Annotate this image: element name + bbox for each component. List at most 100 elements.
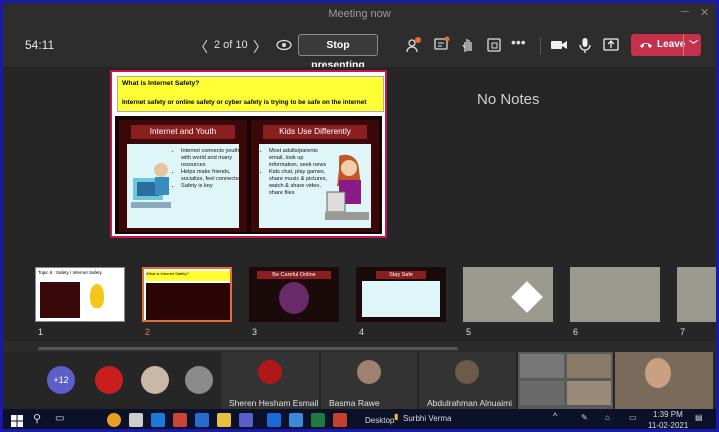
raise-hand-icon[interactable]	[459, 36, 477, 54]
youth-at-computer-image	[131, 163, 171, 208]
warning-sign-graphic	[511, 281, 543, 313]
share-screen-icon[interactable]	[602, 36, 620, 54]
taskbar-user-name[interactable]: Surbhi Verma	[403, 414, 451, 423]
title-bar: Meeting now ─ ✕	[3, 3, 716, 25]
left-panel-bullets: Internet connects youths with world and …	[173, 148, 245, 190]
avatar	[141, 366, 169, 394]
task-view-icon[interactable]: ▭	[55, 413, 64, 424]
clock-date[interactable]: 11-02-2021	[648, 421, 688, 429]
stop-presenting-button[interactable]: Stop presenting	[298, 34, 378, 71]
minimize-icon[interactable]: ─	[681, 6, 689, 18]
thumbnail-scrollbar[interactable]	[38, 347, 458, 350]
slide-thumbnail-strip: Topic 9 : Safety / Internet Safety What …	[3, 261, 716, 350]
participant-name: Basma Rawe	[329, 398, 380, 408]
leave-button[interactable]: Leave ﹀	[631, 34, 701, 56]
notification-tray-icon[interactable]: ▭	[629, 413, 637, 422]
bullet: Safety is key	[181, 183, 245, 190]
avatar	[645, 358, 671, 388]
participants-row: +12 Sheren Hesham Esmail Basma Rawe Abdu…	[3, 352, 716, 409]
store-icon[interactable]	[129, 413, 143, 427]
slide-thumbnail[interactable]	[677, 267, 716, 322]
pen-icon[interactable]: ✎	[581, 413, 588, 422]
current-slide: What is Internet Safety? Internet safety…	[110, 70, 387, 238]
bullet: Kids chat, play games, share music & pic…	[269, 169, 333, 197]
slide-panels: Internet and Youth Internet connects you…	[115, 116, 382, 234]
thumbnail-number: 6	[573, 327, 579, 337]
app-icon[interactable]	[195, 413, 209, 427]
outlook-icon[interactable]	[267, 413, 281, 427]
video-grid-tile	[518, 352, 613, 409]
network-icon[interactable]: ⌂	[605, 413, 610, 422]
slide-thumbnail[interactable]	[463, 267, 553, 322]
slide-thumbnail[interactable]: Be Careful Online	[249, 267, 339, 322]
slide-definition: Internet safety or online safety or cybe…	[122, 99, 367, 106]
slide-question: What is Internet Safety?	[122, 80, 200, 87]
slide-thumbnail[interactable]: Topic 9 : Safety / Internet Safety	[35, 267, 125, 322]
left-panel-body: Internet connects youths with world and …	[127, 144, 242, 228]
thumbnail-number: 3	[252, 327, 258, 337]
chevron-up-icon[interactable]: ^	[553, 411, 557, 421]
close-icon[interactable]: ✕	[700, 6, 709, 19]
notes-panel: No Notes	[477, 91, 540, 108]
chat-icon[interactable]	[433, 36, 451, 54]
left-panel-title: Internet and Youth	[131, 125, 235, 139]
camera-icon[interactable]	[550, 36, 568, 54]
avatar	[357, 360, 381, 384]
participant-tile: Sheren Hesham Esmail	[221, 352, 319, 409]
participant-name: Abdulrahman Alnuaimi	[427, 398, 513, 408]
overflow-participants-button[interactable]: +12	[47, 366, 75, 394]
previous-slide-icon[interactable]: 〈	[194, 37, 208, 57]
thumbnail-title: What is Internet Safety?	[146, 271, 230, 281]
self-video-tile	[615, 352, 713, 409]
thumbnail-number: 4	[359, 327, 365, 337]
thumbnail-graphic	[90, 284, 104, 308]
clock-time[interactable]: 1:39 PM	[653, 410, 683, 419]
chevron-down-icon[interactable]: ﹀	[689, 38, 698, 51]
chrome-icon[interactable]	[107, 413, 121, 427]
slide-thumbnail[interactable]: Stay Safe	[356, 267, 446, 322]
thumbnail-graphic	[279, 282, 309, 314]
thumbnail-title: Be Careful Online	[257, 271, 331, 279]
video-cell	[520, 381, 564, 405]
app-icon[interactable]	[173, 413, 187, 427]
thumbnail-number: 7	[680, 327, 686, 337]
app-icon[interactable]	[289, 413, 303, 427]
private-view-icon[interactable]	[275, 36, 293, 54]
participants-icon[interactable]	[405, 36, 423, 54]
slide-thumbnail-selected[interactable]: What is Internet Safety?	[142, 267, 232, 322]
avatar	[95, 366, 123, 394]
participant-name: Sheren Hesham Esmail	[229, 398, 319, 408]
slide-page-count: 2 of 10	[214, 39, 248, 51]
action-center-icon[interactable]: ▤	[695, 413, 703, 422]
left-panel: Internet and Youth Internet connects you…	[119, 120, 247, 232]
phone-hangup-icon	[640, 43, 652, 48]
bullet: Helps make friends, socialize, feel conn…	[181, 169, 245, 183]
edge-icon[interactable]	[151, 413, 165, 427]
next-slide-icon[interactable]: 〉	[253, 37, 267, 57]
more-options-icon[interactable]: •••	[511, 34, 529, 52]
video-cell	[567, 381, 611, 405]
window-title: Meeting now	[328, 8, 391, 20]
powerpoint-icon[interactable]	[333, 413, 347, 427]
teams-icon[interactable]	[239, 413, 253, 427]
right-panel-title: Kids Use Differently	[263, 125, 367, 139]
video-cell	[520, 354, 564, 378]
excel-icon[interactable]	[311, 413, 325, 427]
file-explorer-icon[interactable]	[217, 413, 231, 427]
avatar	[258, 360, 282, 384]
slide-thumbnail[interactable]	[570, 267, 660, 322]
thumbnail-title: Topic 9 : Safety / Internet Safety	[38, 270, 102, 275]
bullet: Most adults/parents email, look up infor…	[269, 148, 333, 169]
thumbnail-graphic	[146, 283, 230, 320]
bullet: Internet connects youths with world and …	[181, 148, 245, 169]
folder-icon: ▮	[394, 412, 399, 421]
right-panel: Kids Use Differently Most adults/parents…	[251, 120, 379, 232]
right-panel-bullets: Most adults/parents email, look up infor…	[261, 148, 333, 197]
breakout-rooms-icon[interactable]	[485, 36, 503, 54]
microphone-icon[interactable]	[576, 36, 594, 54]
search-icon[interactable]: ⚲	[33, 412, 41, 425]
windows-start-icon[interactable]	[11, 414, 23, 429]
leave-split-divider	[683, 34, 684, 56]
desktop-toolbar-label[interactable]: Desktop	[365, 416, 394, 425]
leave-label: Leave	[657, 39, 686, 50]
